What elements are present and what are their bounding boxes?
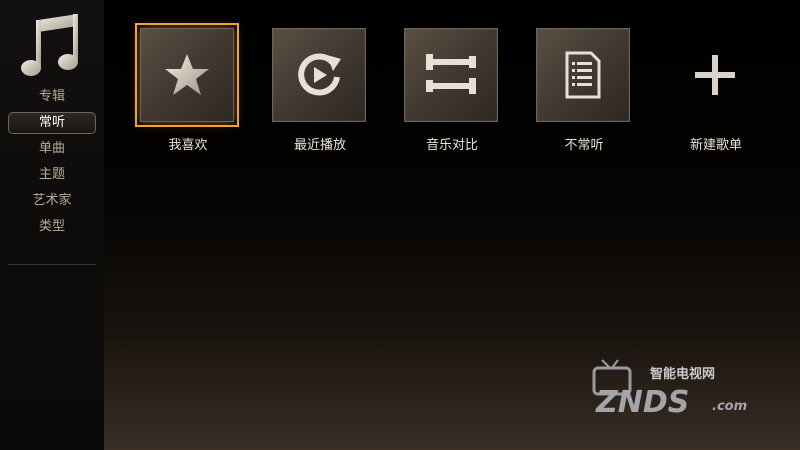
- sidebar-item-songs[interactable]: 单曲: [0, 136, 104, 162]
- sidebar-item-albums[interactable]: 专辑: [0, 84, 104, 110]
- tile-favorites[interactable]: 我喜欢: [135, 23, 239, 153]
- sidebar-item-label: 主题: [38, 167, 65, 182]
- replay-icon: [298, 53, 341, 96]
- tile-label: 新建歌单: [689, 138, 742, 153]
- tile-compare[interactable]: 音乐对比: [404, 28, 500, 153]
- tile-box: [536, 28, 630, 122]
- tile-box: [668, 28, 762, 122]
- tile-box: [404, 28, 498, 122]
- sidebar-nav: 专辑 常听 单曲 主题 艺术家 类型: [0, 84, 104, 240]
- sidebar-item-themes[interactable]: 主题: [0, 162, 104, 188]
- watermark-top-text: 智能电视网: [650, 366, 715, 382]
- tile-recent[interactable]: 最近播放: [272, 28, 368, 153]
- tile-box: [272, 28, 366, 122]
- star-icon: [165, 54, 209, 95]
- tile-new-playlist[interactable]: 新建歌单: [668, 28, 764, 153]
- compare-icon: [426, 54, 476, 94]
- watermark-suffix: .com: [712, 399, 747, 414]
- sidebar-item-label: 常听: [38, 115, 65, 130]
- sidebar-item-artists[interactable]: 艺术家: [0, 188, 104, 214]
- sidebar-item-genres[interactable]: 类型: [0, 214, 104, 240]
- tile-rarely-played[interactable]: 不常听: [536, 28, 632, 153]
- sidebar-item-label: 艺术家: [32, 193, 72, 208]
- tile-label: 我喜欢: [168, 138, 208, 153]
- sidebar-divider: [8, 264, 96, 265]
- sidebar: 专辑 常听 单曲 主题 艺术家 类型: [0, 0, 104, 450]
- tile-label: 音乐对比: [425, 138, 478, 153]
- music-note-icon: [21, 14, 78, 76]
- document-list-icon: [565, 51, 601, 99]
- tile-box: [135, 23, 239, 127]
- sidebar-item-label: 专辑: [38, 89, 65, 104]
- znds-watermark: 智能电视网 ZNDS .com: [592, 359, 747, 420]
- sidebar-item-label: 单曲: [38, 141, 65, 156]
- sidebar-item-frequent[interactable]: 常听: [0, 110, 104, 136]
- sidebar-item-label: 类型: [38, 219, 65, 234]
- plus-icon: [695, 55, 735, 95]
- tile-label: 不常听: [564, 138, 604, 153]
- tile-label: 最近播放: [293, 138, 346, 153]
- watermark-brand: ZNDS: [595, 385, 689, 420]
